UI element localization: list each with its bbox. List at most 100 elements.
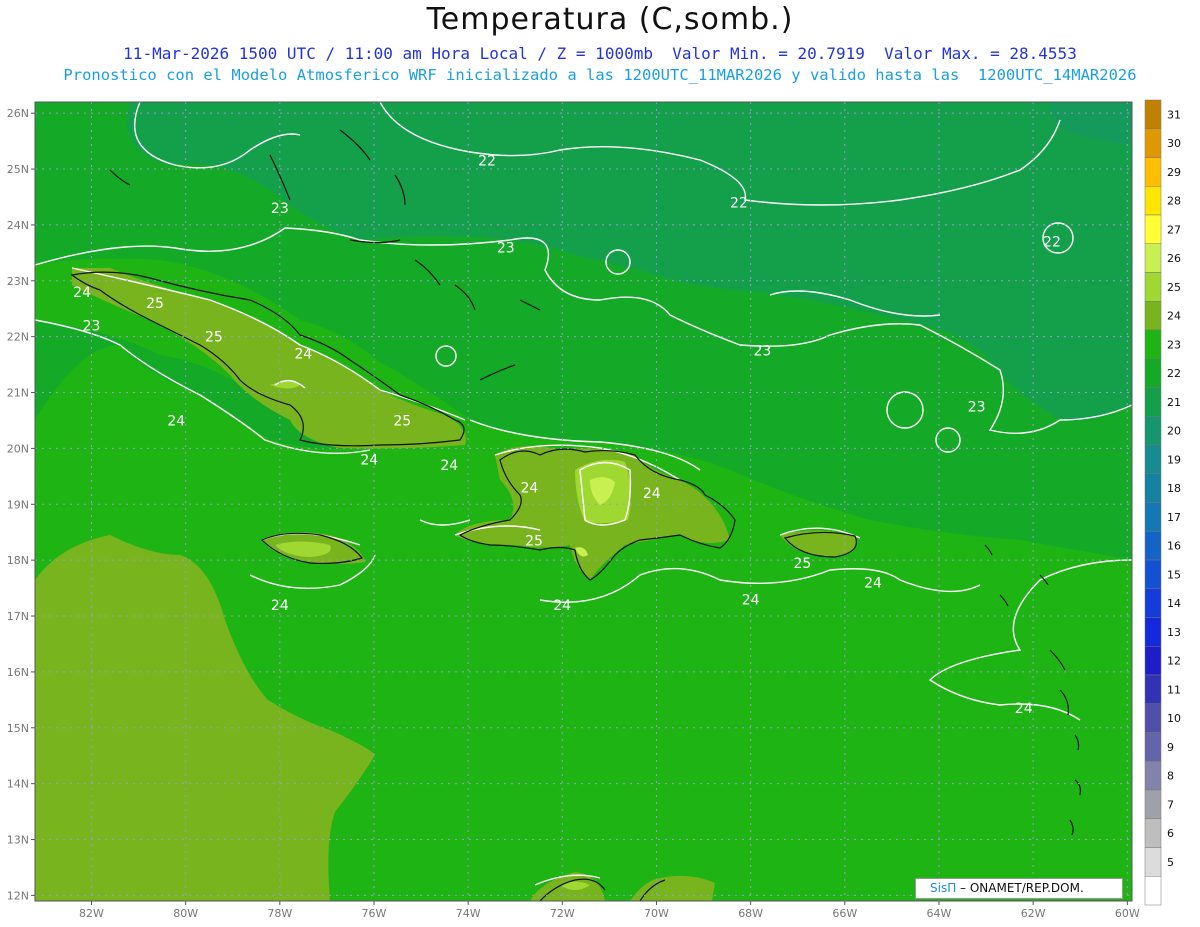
colorbar-label: 10 <box>1167 712 1181 725</box>
contour-label: 25 <box>794 556 812 572</box>
colorbar-swatch <box>1144 646 1162 676</box>
colorbar-swatch <box>1144 272 1162 302</box>
colorbar-swatch <box>1144 789 1162 819</box>
colorbar-swatch <box>1144 214 1162 244</box>
colorbar-label: 31 <box>1167 108 1181 121</box>
lon-tick-label: 68W <box>738 907 763 920</box>
lon-tick-label: 64W <box>927 907 952 920</box>
colorbar-swatch <box>1144 387 1162 417</box>
colorbar-swatch <box>1144 128 1162 158</box>
colorbar-label: 24 <box>1167 310 1181 323</box>
lon-tick-label: 76W <box>362 907 387 920</box>
contour-label: 23 <box>753 344 771 360</box>
contour-label: 24 <box>742 592 760 608</box>
contour-label: 25 <box>393 413 411 429</box>
colorbar-label: 13 <box>1167 626 1181 639</box>
colorbar-label: 12 <box>1167 655 1181 668</box>
contour-label: 24 <box>440 458 458 474</box>
contour-label: 23 <box>271 201 289 217</box>
lon-tick-label: 72W <box>550 907 575 920</box>
lat-tick-label: 23N <box>7 275 29 288</box>
lat-tick-label: 12N <box>7 889 29 902</box>
colorbar-label: 19 <box>1167 453 1181 466</box>
contour-label: 24 <box>271 598 289 614</box>
colorbar-swatch <box>1144 243 1162 273</box>
lon-tick-label: 82W <box>79 907 104 920</box>
contour-label: 25 <box>205 330 223 346</box>
latitude-axis: 26N 25N 24N 23N 22N 21N 20N 19N 18N 17N 16N 15N 14N 1… <box>7 107 35 902</box>
colorbar-label: 9 <box>1167 741 1174 754</box>
colorbar-swatch <box>1144 186 1162 216</box>
lat-tick-label: 13N <box>7 834 29 847</box>
longitude-axis: 82W 80W 78W 76W 74W 72W 70W 68W 66W 64W 62W 60W <box>79 901 1140 920</box>
lat-tick-label: 15N <box>7 722 29 735</box>
contour-label: 23 <box>497 240 515 256</box>
lon-tick-label: 80W <box>173 907 198 920</box>
colorbar-swatch <box>1144 818 1162 848</box>
temperature-map: 22 22 22 23 23 23 23 23 24 24 24 24 24 24 24 24 24 24 24 24… <box>7 99 1181 920</box>
colorbar-label: 21 <box>1167 396 1181 409</box>
colorbar-swatch <box>1144 444 1162 474</box>
colorbar-swatch <box>1144 559 1162 589</box>
contour-label: 24 <box>1015 701 1033 717</box>
contour-label: 24 <box>553 598 571 614</box>
contour-label: 24 <box>167 413 185 429</box>
lon-tick-label: 62W <box>1021 907 1046 920</box>
colorbar-swatch <box>1144 157 1162 187</box>
contour-label: 24 <box>864 576 882 592</box>
lon-tick-label: 60W <box>1115 907 1140 920</box>
contour-label: 22 <box>1043 235 1061 251</box>
lat-tick-label: 16N <box>7 666 29 679</box>
lon-tick-label: 70W <box>644 907 669 920</box>
lat-tick-label: 26N <box>7 107 29 120</box>
lat-tick-label: 19N <box>7 498 29 511</box>
colorbar-label: 20 <box>1167 425 1181 438</box>
lat-tick-label: 17N <box>7 610 29 623</box>
colorbar-label: 25 <box>1167 281 1181 294</box>
colorbar-label: 16 <box>1167 540 1181 553</box>
sispi-logo: SisΠ <box>930 881 957 895</box>
colorbar-swatch <box>1144 674 1162 704</box>
contour-label: 23 <box>968 400 986 416</box>
colorbar-swatch <box>1144 703 1162 733</box>
colorbar-swatch <box>1144 847 1162 877</box>
colorbar-swatch <box>1144 416 1162 446</box>
colorbar-swatch <box>1144 473 1162 503</box>
colorbar-swatch <box>1144 876 1162 906</box>
colorbar-label: 17 <box>1167 511 1181 524</box>
contour-label: 24 <box>360 453 378 469</box>
lat-tick-label: 21N <box>7 387 29 400</box>
colorbar-label: 8 <box>1167 770 1174 783</box>
colorbar-label: 14 <box>1167 597 1181 610</box>
lat-tick-label: 20N <box>7 442 29 455</box>
contour-label: 24 <box>73 285 91 301</box>
contour-label: 25 <box>146 296 164 312</box>
colorbar-label: 26 <box>1167 252 1181 265</box>
colorbar-swatch <box>1144 761 1162 791</box>
colorbar-label: 15 <box>1167 568 1181 581</box>
lat-tick-label: 14N <box>7 778 29 791</box>
contour-label: 23 <box>83 318 101 334</box>
colorbar-swatch <box>1144 531 1162 561</box>
credit-text: – ONAMET/REP.DOM. <box>956 881 1084 895</box>
lat-tick-label: 18N <box>7 554 29 567</box>
colorbar-label: 29 <box>1167 166 1181 179</box>
colorbar-swatch <box>1144 617 1162 647</box>
lat-tick-label: 22N <box>7 331 29 344</box>
colorbar-label: 28 <box>1167 195 1181 208</box>
colorbar-label: 7 <box>1167 798 1174 811</box>
colorbar-swatch <box>1144 588 1162 618</box>
colorbar-label: 22 <box>1167 367 1181 380</box>
colorbar-label: 5 <box>1167 856 1174 869</box>
colorbar-swatch <box>1144 732 1162 762</box>
colorbar-label: 23 <box>1167 338 1181 351</box>
colorbar-label: 27 <box>1167 223 1181 236</box>
lat-tick-label: 25N <box>7 163 29 176</box>
lon-tick-label: 66W <box>832 907 857 920</box>
contour-label: 25 <box>525 534 543 550</box>
credit-box: SisΠ – ONAMET/REP.DOM. <box>915 878 1123 899</box>
colorbar-label: 11 <box>1167 683 1181 696</box>
contour-label: 22 <box>730 196 748 212</box>
colorbar-swatch <box>1144 99 1162 129</box>
plot-area: 22 22 22 23 23 23 23 23 24 24 24 24 24 24 24 24 24 24 24 24… <box>35 102 1132 901</box>
